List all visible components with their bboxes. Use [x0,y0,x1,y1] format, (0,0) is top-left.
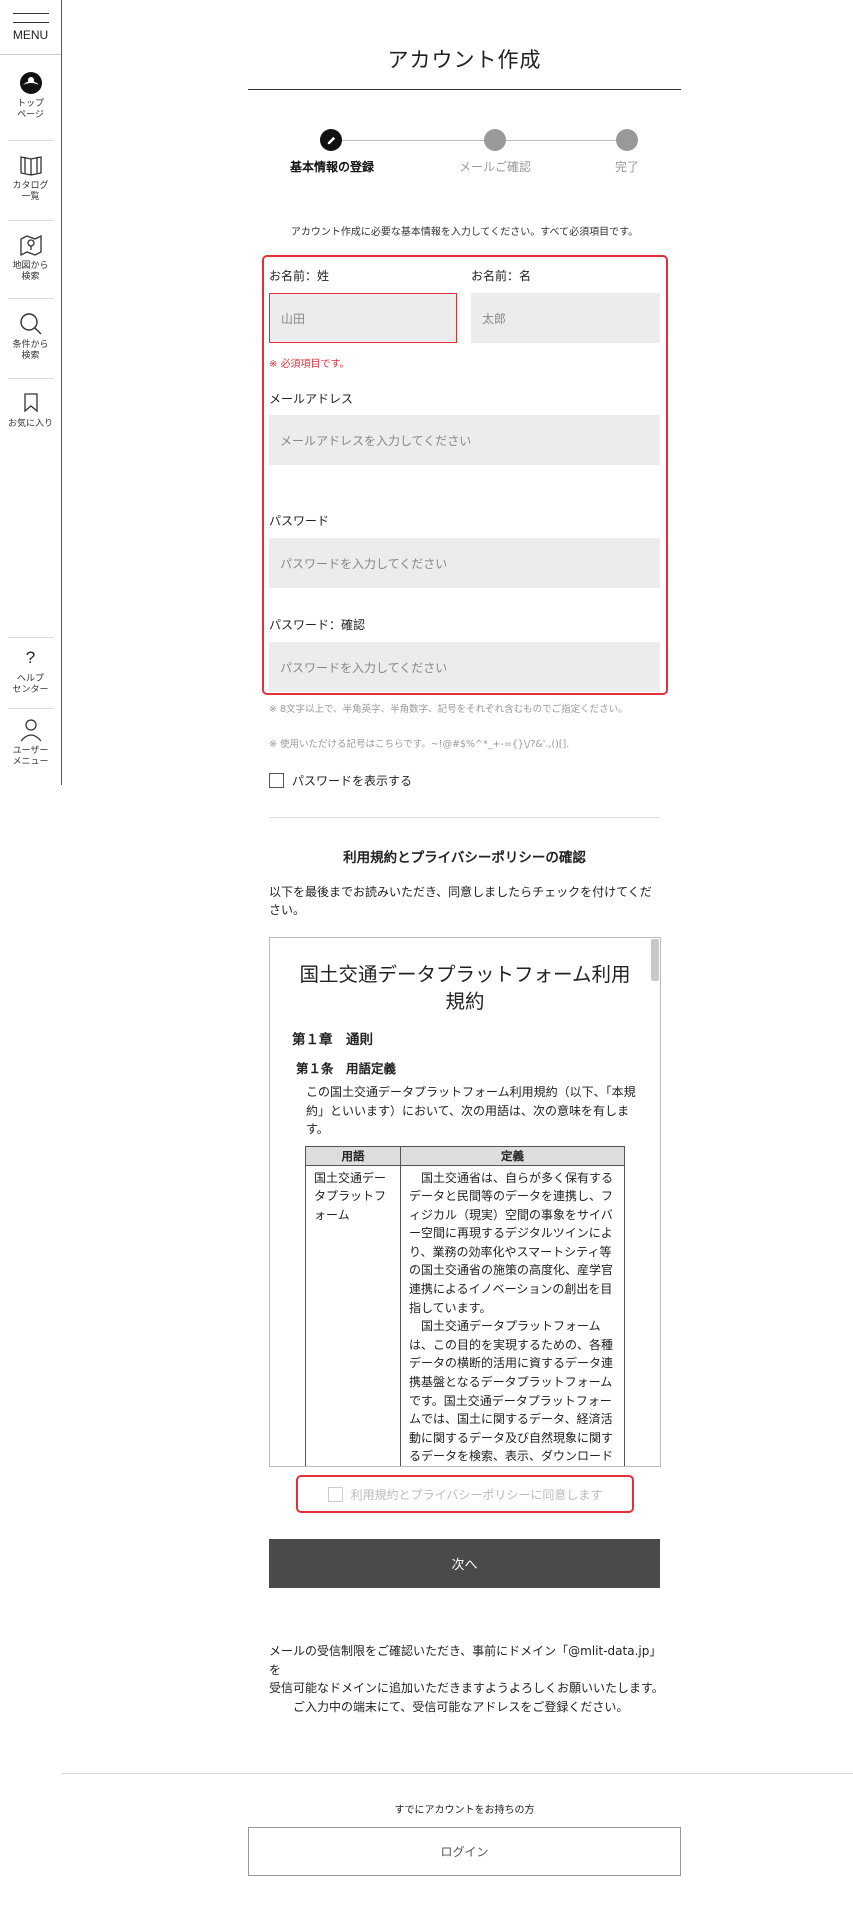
step-indicator [484,129,506,151]
definition-paragraph: 国土交通データプラットフォームは、この目的を実現するための、各種データの横断的活… [409,1319,614,1464]
logo-icon [18,70,44,96]
password-confirm-input[interactable]: パスワードを入力してください [269,642,660,692]
password-confirm-label: パスワード：確認 [269,618,366,632]
sidebar-item-label: ヘルプ センター [12,674,49,695]
book-icon [18,152,44,178]
definition-paragraph: 国土交通省は、自らが多く保有するデータと民間等のデータを連携し、フィジカル（現実… [409,1170,614,1315]
terms-section-title: 利用規約とプライバシーポリシーの確認 [343,850,586,866]
table-header: 定義 [400,1145,625,1166]
login-button[interactable]: ログイン [248,1827,681,1876]
sidebar-item-label: 条件から 検索 [12,340,49,361]
sidebar-item-label: 地図から 検索 [12,261,49,282]
pencil-icon [327,136,335,144]
user-icon [18,717,44,743]
show-password-toggle[interactable]: パスワードを表示する [269,772,412,789]
terms-scrollbar[interactable] [651,939,659,981]
table-definition-cell: 国土交通省は、自らが多く保有するデータと民間等のデータを連携し、フィジカル（現実… [400,1164,625,1466]
hamburger-icon [12,12,49,23]
terms-section-intro: 以下を最後までお読みいただき、同意しましたらチェックを付けてください。 [269,885,652,917]
title-divider [248,89,681,90]
first-name-label: お名前：名 [471,269,532,283]
table-header: 用語 [305,1145,401,1166]
terms-chapter: 第１章 通則 [292,1032,373,1048]
sidebar-item-label: カタログ 一覧 [12,181,49,202]
agree-terms-toggle[interactable]: 利用規約とプライバシーポリシーに同意します [296,1475,634,1513]
step-indicator [616,129,638,151]
menu-label: MENU [12,27,49,42]
sidebar-item-user-menu[interactable]: ユーザー メニュー [0,717,61,768]
sidebar-item-favorites[interactable]: お気に入り [0,390,61,430]
mail-domain-note: メールの受信制限をご確認いただき、事前にドメイン「@mlit-data.jp」を… [269,1644,664,1714]
menu-button[interactable]: MENU [0,0,61,55]
show-password-label: パスワードを表示する [292,774,413,788]
step-label: 完了 [614,160,639,174]
step-label: メールご確認 [458,160,531,174]
password-symbols-note: ※ 使用いただける記号はこちらです。~!@#$%^*_+-={}\/?&'.,(… [269,739,570,750]
terms-scroll-box[interactable]: 国土交通データプラットフォーム利用規約 第１章 通則 第１条 用語定義 この国土… [269,937,661,1467]
table-term-cell: 国土交通データプラットフォーム [305,1164,401,1466]
help-icon: ? [25,648,36,667]
password-rule-note: ※ 8文字以上で、半角英字、半角数字、記号をそれぞれ含むものでご指定ください。 [269,704,628,715]
sidebar-item-map-search[interactable]: 地図から 検索 [0,232,61,283]
required-error: ※ 必須項目です。 [269,359,350,370]
search-icon [18,311,44,337]
sidebar-item-label: ユーザー メニュー [12,746,49,767]
terms-definition-table: 用語 定義 国土交通データプラットフォーム 国土交通省は、自らが多く保有するデー… [305,1145,625,1466]
show-password-checkbox[interactable] [269,773,284,788]
step-indicator-active [320,129,342,151]
page-title: アカウント作成 [387,48,542,72]
step-label: 基本情報の登録 [289,160,374,174]
terms-paragraph: この国土交通データプラットフォーム利用規約（以下、「本規約」といいます）において… [306,1085,636,1136]
sidebar: MENU トップ ページ カタログ 一覧 地図から 検索 条件から 検索 お気に… [0,0,62,785]
sidebar-item-top[interactable]: トップ ページ [0,70,61,121]
have-account-text: すでにアカウントをお持ちの方 [394,1805,535,1816]
section-divider [269,817,660,818]
bookmark-icon [18,390,44,416]
sidebar-item-label: お気に入り [7,419,53,429]
password-input[interactable]: パスワードを入力してください [269,538,660,588]
map-icon [18,232,44,258]
form-intro: アカウント作成に必要な基本情報を入力してください。すべて必須項目です。 [290,227,639,238]
next-button[interactable]: 次へ [269,1539,660,1588]
sidebar-item-label: トップ ページ [16,99,44,120]
last-name-input[interactable]: 山田 [269,293,457,343]
first-name-input[interactable]: 太郎 [471,293,660,343]
email-input[interactable]: メールアドレスを入力してください [269,415,660,465]
agree-terms-label: 利用規約とプライバシーポリシーに同意します [350,1487,603,1502]
table-row: 国土交通データプラットフォーム 国土交通省は、自らが多く保有するデータと民間等の… [305,1164,625,1466]
sidebar-item-catalog[interactable]: カタログ 一覧 [0,152,61,203]
agree-terms-checkbox[interactable] [327,1486,343,1502]
sidebar-item-help[interactable]: ? ヘルプ センター [0,645,61,696]
terms-heading: 国土交通データプラットフォーム利用規約 [299,963,631,1013]
footer-divider [62,1773,853,1774]
sidebar-item-condition-search[interactable]: 条件から 検索 [0,311,61,362]
last-name-label: お名前：姓 [269,269,330,283]
password-label: パスワード [269,514,330,528]
terms-article: 第１条 用語定義 [296,1061,397,1076]
email-label: メールアドレス [269,392,354,406]
